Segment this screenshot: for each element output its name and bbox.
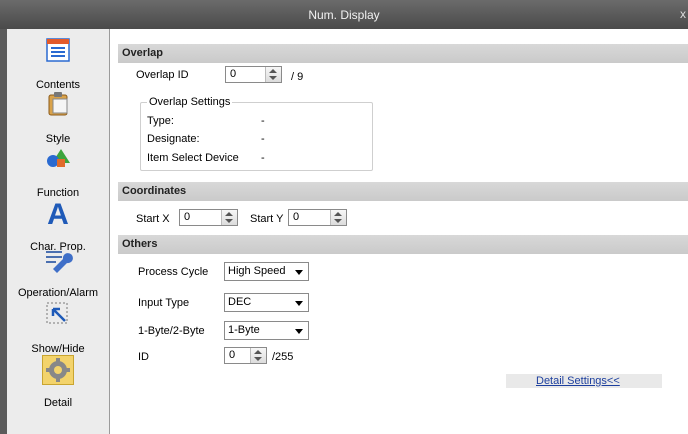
chevron-down-icon: [295, 270, 303, 275]
item-select-label: Item Select Device: [147, 152, 239, 164]
spin-arrows-icon[interactable]: [250, 348, 266, 363]
contents-icon: [46, 38, 70, 62]
spin-arrows-icon[interactable]: [221, 210, 237, 225]
sidebar-item-label: Contents: [35, 79, 81, 91]
detail-settings-link[interactable]: Detail Settings<<: [506, 374, 662, 388]
sidebar-item-label: Function: [36, 187, 80, 199]
sidebar: Contents Style Function A Char. Prop. Op…: [7, 29, 110, 434]
start-y-stepper[interactable]: 0: [288, 209, 347, 226]
input-type-label: Input Type: [138, 297, 190, 309]
close-icon[interactable]: x: [680, 7, 686, 21]
start-y-label: Start Y: [250, 213, 284, 225]
start-x-stepper[interactable]: 0: [179, 209, 238, 226]
title-bar: Num. Display x: [0, 0, 688, 29]
chevron-down-icon: [295, 301, 303, 306]
window-frame: [0, 29, 7, 434]
id-max: /255: [272, 351, 294, 363]
sidebar-item-contents[interactable]: Contents: [7, 37, 109, 93]
type-value: -: [261, 115, 265, 127]
sidebar-item-label: Detail: [43, 397, 73, 409]
gear-icon: [42, 355, 74, 385]
overlap-settings-legend: Overlap Settings: [147, 96, 233, 108]
spin-arrows-icon[interactable]: [265, 67, 281, 82]
designate-label: Designate:: [147, 133, 200, 145]
svg-text:A: A: [47, 199, 69, 227]
sidebar-item-operation-alarm[interactable]: Operation/Alarm: [7, 245, 109, 301]
process-cycle-value: High Speed: [228, 265, 286, 277]
section-header-coordinates: Coordinates: [118, 182, 688, 201]
overlap-settings-group: Overlap Settings Type: - Designate: - It…: [140, 96, 373, 171]
sidebar-item-show-hide[interactable]: Show/Hide: [7, 301, 109, 357]
process-cycle-label: Process Cycle: [138, 266, 209, 278]
clipboard-icon: [48, 92, 68, 116]
shapes-icon: [47, 149, 70, 167]
sidebar-item-label: Style: [45, 133, 71, 145]
sidebar-item-detail[interactable]: Detail: [7, 355, 109, 411]
wrench-icon: [46, 251, 73, 273]
chevron-down-icon: [295, 329, 303, 334]
section-header-others: Others: [118, 235, 688, 254]
byte-select[interactable]: 1-Byte: [224, 321, 309, 340]
content-panel: Overlap Overlap ID 0 / 9 Overlap Setting…: [110, 29, 688, 434]
sidebar-item-label: Operation/Alarm: [17, 287, 99, 299]
overlap-id-stepper[interactable]: 0: [225, 66, 282, 83]
overlap-id-label: Overlap ID: [136, 69, 189, 81]
id-label: ID: [138, 351, 149, 363]
window-title: Num. Display: [308, 8, 380, 22]
input-type-value: DEC: [228, 296, 252, 308]
input-type-select[interactable]: DEC: [224, 293, 309, 312]
sidebar-item-function[interactable]: Function: [7, 145, 109, 201]
start-y-value: 0: [293, 211, 300, 223]
id-value: 0: [229, 349, 236, 361]
process-cycle-select[interactable]: High Speed: [224, 262, 309, 281]
letter-a-icon: A: [47, 199, 69, 227]
id-stepper[interactable]: 0: [224, 347, 267, 364]
start-x-value: 0: [184, 211, 191, 223]
cursor-icon: [46, 302, 68, 324]
section-header-overlap: Overlap: [118, 44, 688, 63]
type-label: Type:: [147, 115, 174, 127]
sidebar-item-style[interactable]: Style: [7, 91, 109, 147]
start-x-label: Start X: [136, 213, 170, 225]
byte-value: 1-Byte: [228, 324, 260, 336]
byte-label: 1-Byte/2-Byte: [138, 325, 205, 337]
sidebar-item-label: Show/Hide: [31, 343, 85, 355]
overlap-id-value: 0: [230, 68, 237, 80]
spin-arrows-icon[interactable]: [330, 210, 346, 225]
overlap-id-max: / 9: [291, 71, 304, 83]
item-select-value: -: [261, 152, 265, 164]
designate-value: -: [261, 133, 265, 145]
